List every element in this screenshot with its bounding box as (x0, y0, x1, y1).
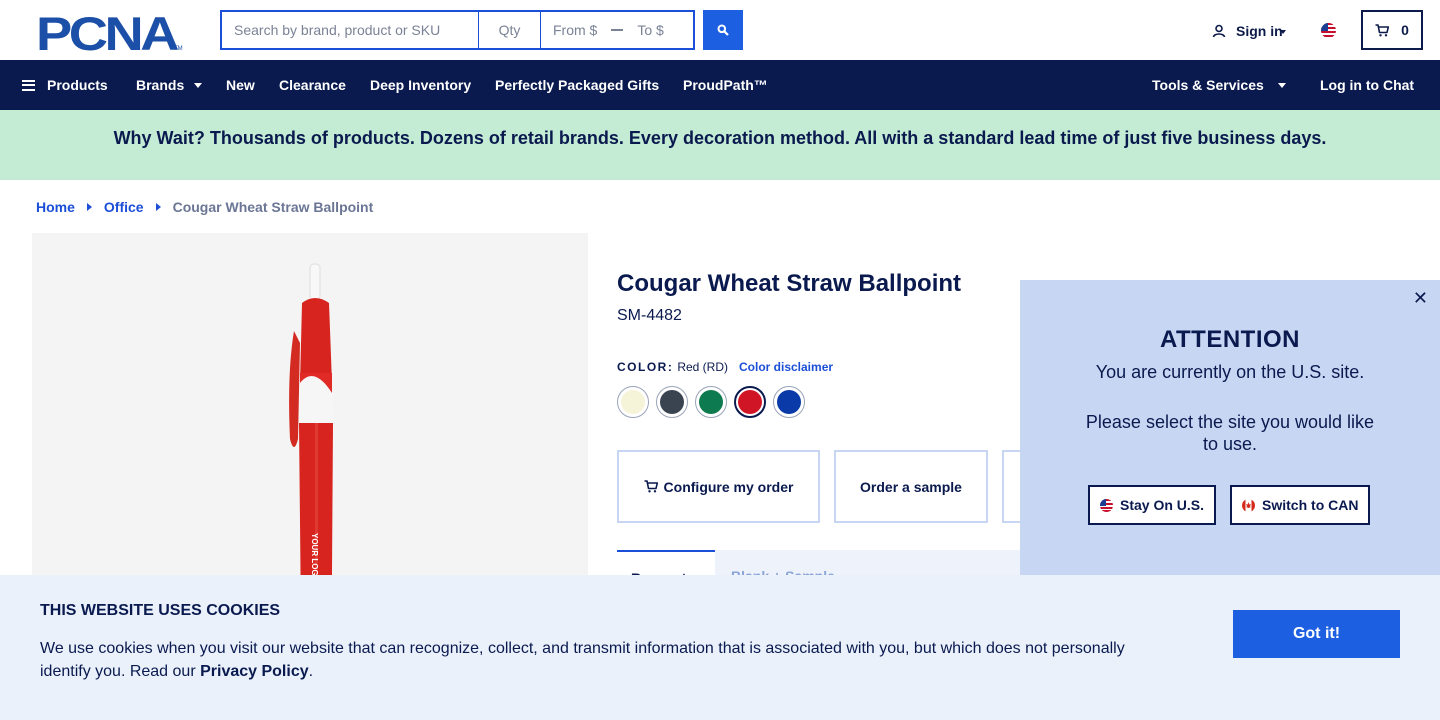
nav-proudpath[interactable]: ProudPath™ (683, 60, 768, 110)
nav-proudpath-label: ProudPath™ (683, 77, 768, 93)
modal-buttons: Stay On U.S. Switch to CAN (1088, 485, 1384, 525)
svg-text:TM: TM (174, 46, 183, 52)
configure-order-button[interactable]: Configure my order (617, 450, 820, 523)
swatch-fill (777, 390, 801, 414)
sign-in-label: Sign in (1236, 23, 1283, 39)
pcna-logo[interactable]: PCNA TM (36, 12, 184, 52)
svg-text:PCNA: PCNA (36, 12, 178, 52)
search-input[interactable]: Search by brand, product or SKU (222, 12, 479, 48)
breadcrumb-separator-icon (155, 203, 161, 211)
nav-products-label: Products (47, 77, 108, 93)
search-bar: Search by brand, product or SKU Qty From… (220, 10, 695, 50)
breadcrumb: Home Office Cougar Wheat Straw Ballpoint (36, 198, 373, 216)
cart-count: 0 (1401, 22, 1409, 38)
color-selector-label: COLOR: Red (RD) Color disclaimer (617, 360, 833, 374)
nav-gifts[interactable]: Perfectly Packaged Gifts (495, 60, 659, 110)
cookie-title: THIS WEBSITE USES COOKIES (40, 602, 281, 619)
nav-chat-label: Log in to Chat (1320, 77, 1415, 93)
color-swatch-blue[interactable] (773, 386, 805, 418)
nav-chat-login[interactable]: Log in to Chat (1320, 60, 1414, 110)
nav-clearance[interactable]: Clearance (279, 60, 346, 110)
modal-title: ATTENTION (1159, 326, 1301, 353)
hamburger-icon (22, 79, 35, 91)
nav-deep-inventory-label: Deep Inventory (370, 77, 472, 93)
chevron-down-icon (1279, 29, 1286, 34)
sign-in-button[interactable]: Sign in (1212, 20, 1286, 42)
qty-placeholder: Qty (498, 22, 521, 38)
swatch-fill (699, 390, 723, 414)
search-icon (717, 24, 729, 36)
us-flag-icon[interactable] (1321, 23, 1336, 38)
breadcrumb-office[interactable]: Office (104, 199, 144, 215)
qty-input[interactable]: Qty (479, 12, 541, 48)
cookie-accept-label: Got it! (1292, 625, 1341, 642)
promo-banner-text: Why Wait? Thousands of products. Dozens … (113, 127, 1327, 148)
top-header: PCNA TM Search by brand, product or SKU … (0, 0, 1440, 60)
modal-select-text: Please select the site you would like to… (1085, 412, 1375, 454)
us-flag-icon (1100, 498, 1113, 512)
cart-button[interactable]: 0 (1361, 10, 1423, 50)
color-swatch-green[interactable] (695, 386, 727, 418)
promo-banner: Why Wait? Thousands of products. Dozens … (0, 110, 1440, 180)
nav-products[interactable]: Products (22, 60, 108, 110)
product-title: Cougar Wheat Straw Ballpoint (617, 270, 962, 297)
nav-clearance-label: Clearance (279, 77, 346, 93)
canada-flag-icon (1242, 498, 1256, 512)
cookie-accept-button[interactable]: Got it! (1233, 610, 1400, 658)
swatch-fill (621, 390, 645, 414)
color-label: COLOR: (617, 360, 674, 374)
switch-can-label: Switch to CAN (1262, 497, 1359, 513)
cookie-banner: THIS WEBSITE USES COOKIES We use cookies… (0, 575, 1440, 720)
nav-deep-inventory[interactable]: Deep Inventory (370, 60, 471, 110)
cart-icon (644, 480, 658, 493)
nav-tools-label: Tools & Services (1152, 77, 1264, 93)
configure-order-label: Configure my order (663, 478, 794, 495)
nav-gifts-label: Perfectly Packaged Gifts (495, 77, 660, 93)
order-sample-button[interactable]: Order a sample (834, 450, 988, 523)
cookie-period: . (308, 663, 314, 680)
product-sku: SM-4482 (617, 307, 682, 324)
price-to-input[interactable]: To $ (637, 22, 663, 38)
search-button[interactable] (703, 10, 743, 50)
cookie-text: We use cookies when you visit our websit… (40, 637, 1150, 683)
breadcrumb-current: Cougar Wheat Straw Ballpoint (172, 199, 374, 215)
price-range: From $ To $ (541, 12, 693, 48)
stay-us-label: Stay On U.S. (1120, 497, 1205, 513)
search-placeholder: Search by brand, product or SKU (234, 22, 441, 38)
switch-can-button[interactable]: Switch to CAN (1230, 485, 1371, 525)
color-swatch-red[interactable] (734, 386, 766, 418)
privacy-policy-link[interactable]: Privacy Policy (200, 663, 309, 680)
region-select-modal: ✕ ATTENTION You are currently on the U.S… (1020, 280, 1440, 575)
breadcrumb-home[interactable]: Home (36, 199, 75, 215)
breadcrumb-separator-icon (86, 203, 92, 211)
swatch-fill (660, 390, 684, 414)
color-disclaimer-link[interactable]: Color disclaimer (739, 360, 833, 374)
nav-new-label: New (226, 77, 255, 93)
color-swatch-charcoal[interactable] (656, 386, 688, 418)
price-from-input[interactable]: From $ (553, 22, 597, 38)
modal-current-site-text: You are currently on the U.S. site. (1095, 362, 1365, 382)
swatch-fill (738, 390, 762, 414)
stay-us-button[interactable]: Stay On U.S. (1088, 485, 1217, 525)
nav-tools-services[interactable]: Tools & Services (1152, 60, 1286, 110)
nav-brands-label: Brands (136, 77, 185, 93)
color-swatches (617, 386, 812, 418)
color-swatch-cream[interactable] (617, 386, 649, 418)
range-dash (611, 29, 624, 31)
nav-brands[interactable]: Brands (136, 60, 203, 110)
caret-down-icon (1277, 82, 1286, 88)
close-icon[interactable]: ✕ (1413, 288, 1428, 309)
user-icon (1212, 24, 1226, 38)
order-sample-label: Order a sample (860, 478, 962, 495)
main-nav: Products Brands New Clearance Deep Inven… (0, 60, 1440, 110)
color-value: Red (RD) (677, 360, 728, 374)
cart-icon (1375, 23, 1390, 36)
caret-down-icon (194, 82, 203, 88)
nav-new[interactable]: New (226, 60, 255, 110)
